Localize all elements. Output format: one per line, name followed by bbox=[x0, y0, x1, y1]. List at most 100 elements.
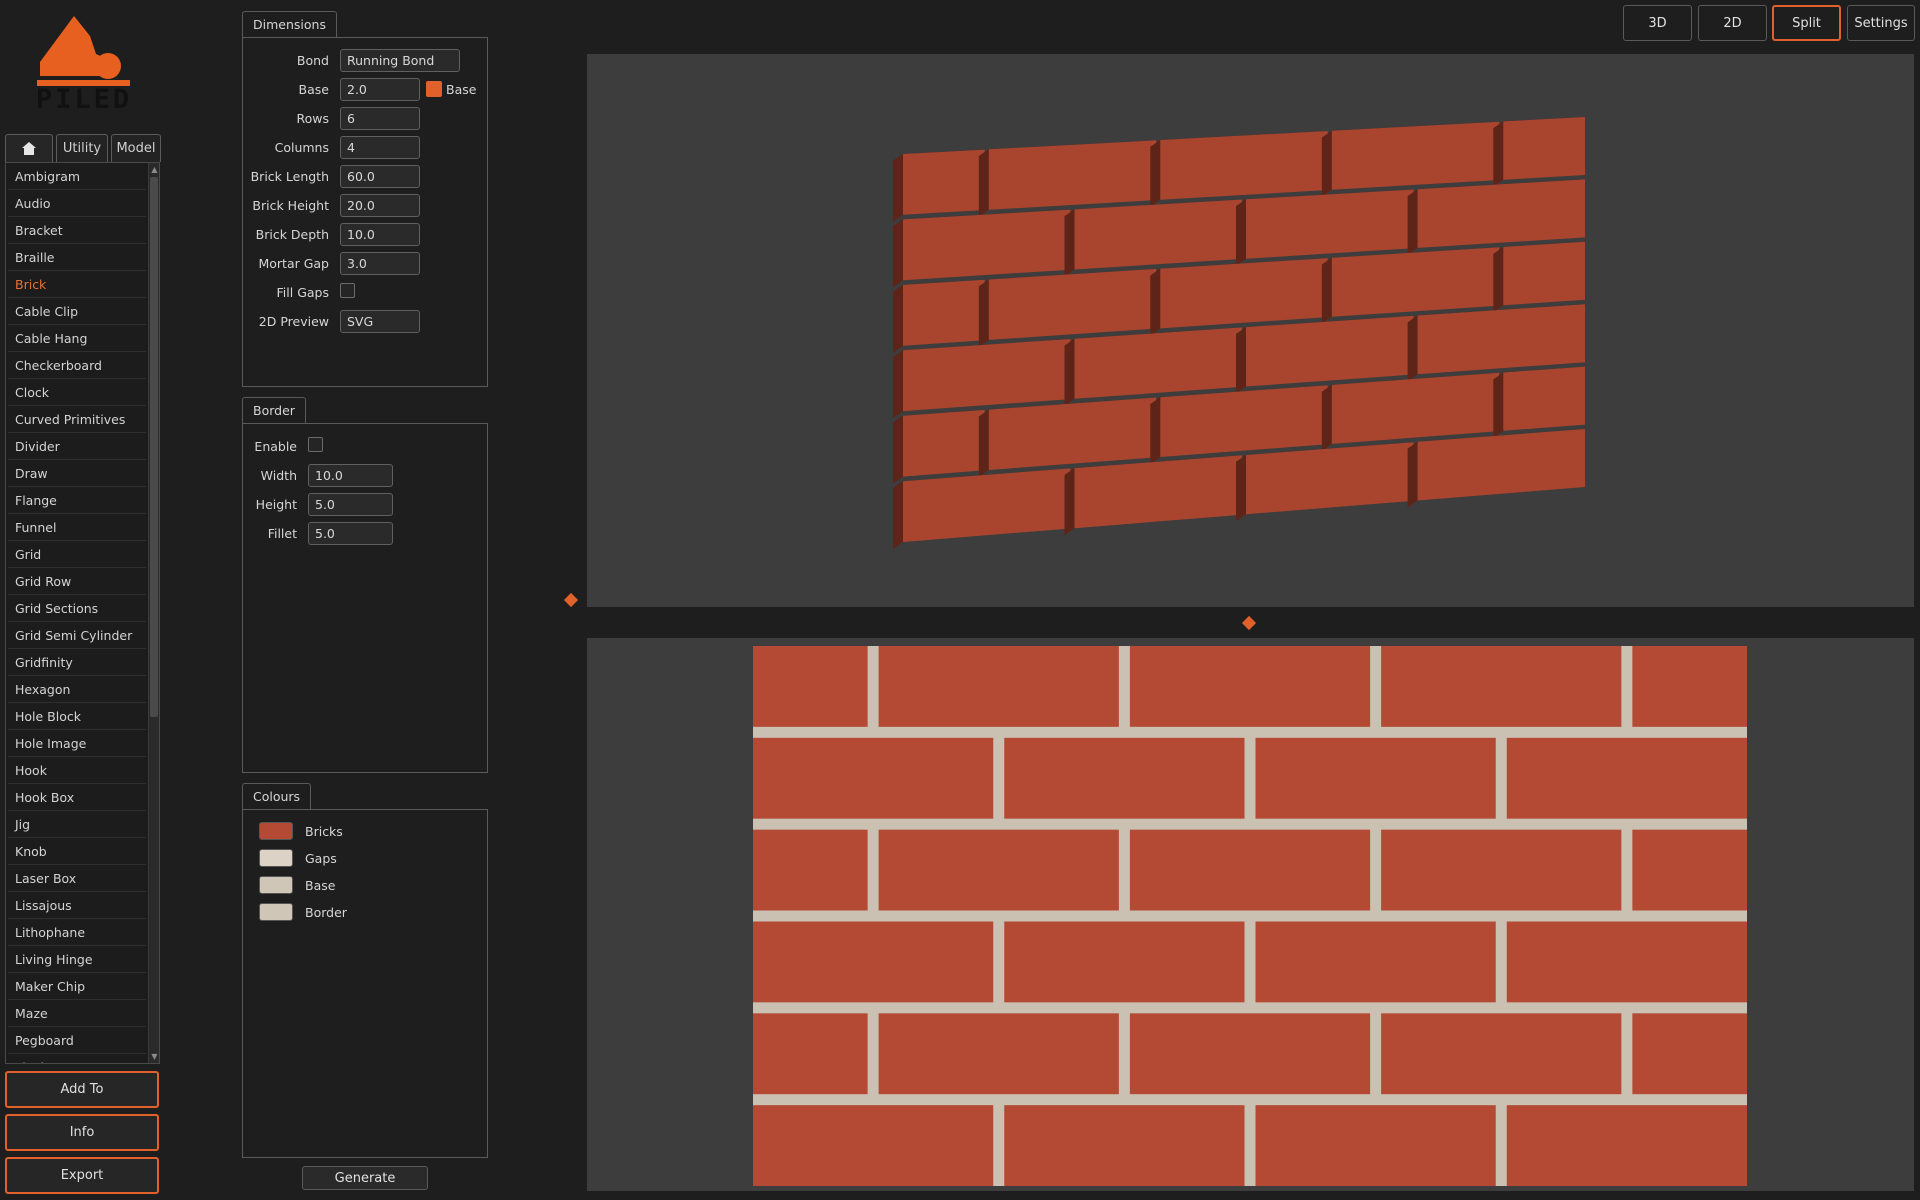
category-item-draw[interactable]: Draw bbox=[8, 460, 146, 487]
brick-2d bbox=[753, 646, 868, 727]
category-item-bracket[interactable]: Bracket bbox=[8, 217, 146, 244]
scroll-thumb[interactable] bbox=[150, 177, 158, 717]
brick-3d-side bbox=[893, 415, 903, 484]
view-2d-button[interactable]: 2D bbox=[1698, 5, 1767, 41]
tab-home[interactable] bbox=[5, 134, 53, 162]
category-item-living-hinge[interactable]: Living Hinge bbox=[8, 946, 146, 973]
category-item-cable-hang[interactable]: Cable Hang bbox=[8, 325, 146, 352]
category-item-ambigram[interactable]: Ambigram bbox=[8, 163, 146, 190]
category-item-curved-primitives[interactable]: Curved Primitives bbox=[8, 406, 146, 433]
border-tab[interactable]: Border bbox=[242, 397, 306, 423]
category-item-braille[interactable]: Braille bbox=[8, 244, 146, 271]
brick-depth-field[interactable]: 10.0 bbox=[340, 223, 420, 246]
category-item-brick[interactable]: Brick bbox=[8, 271, 146, 298]
base-colour-swatch[interactable] bbox=[259, 876, 293, 894]
category-item-gridfinity[interactable]: Gridfinity bbox=[8, 649, 146, 676]
brick-3d-front bbox=[1503, 117, 1585, 180]
brick-3d-side bbox=[893, 219, 903, 288]
rows-field[interactable]: 6 bbox=[340, 107, 420, 130]
preview-select[interactable]: SVG bbox=[340, 310, 420, 333]
category-item-grid-row[interactable]: Grid Row bbox=[8, 568, 146, 595]
category-item-maze[interactable]: Maze bbox=[8, 1000, 146, 1027]
export-button[interactable]: Export bbox=[5, 1157, 159, 1194]
base-label: Base bbox=[298, 82, 329, 97]
brick-2d bbox=[1381, 829, 1622, 911]
settings-button[interactable]: Settings bbox=[1847, 5, 1915, 41]
category-item-lithophane[interactable]: Lithophane bbox=[8, 919, 146, 946]
category-item-cable-clip[interactable]: Cable Clip bbox=[8, 298, 146, 325]
brick-2d bbox=[1632, 646, 1747, 727]
category-item-grid-sections[interactable]: Grid Sections bbox=[8, 595, 146, 622]
brick-3d-front bbox=[903, 468, 1071, 542]
brick-2d bbox=[1632, 1013, 1747, 1095]
mortar-gap-label: Mortar Gap bbox=[258, 256, 329, 271]
category-item-laser-box[interactable]: Laser Box bbox=[8, 865, 146, 892]
category-scrollbar[interactable]: ▲ ▼ bbox=[148, 163, 159, 1063]
border-height-field[interactable]: 5.0 bbox=[308, 493, 393, 516]
enable-label: Enable bbox=[254, 439, 297, 454]
category-item-hexagon[interactable]: Hexagon bbox=[8, 676, 146, 703]
brick-2d bbox=[1004, 1105, 1245, 1186]
gaps-colour-swatch[interactable] bbox=[259, 849, 293, 867]
category-item-knob[interactable]: Knob bbox=[8, 838, 146, 865]
category-item-funnel[interactable]: Funnel bbox=[8, 514, 146, 541]
category-item-hook[interactable]: Hook bbox=[8, 757, 146, 784]
logo-text: PILED bbox=[35, 84, 133, 115]
border-width-field[interactable]: 10.0 bbox=[308, 464, 393, 487]
brick-3d-side bbox=[893, 481, 903, 549]
category-item-divider[interactable]: Divider bbox=[8, 433, 146, 460]
colours-tab[interactable]: Colours bbox=[242, 783, 312, 809]
bond-select[interactable]: Running Bond bbox=[340, 49, 460, 72]
brick-2d bbox=[1004, 737, 1245, 819]
brick-3d-front bbox=[1331, 121, 1500, 190]
view-split-button[interactable]: Split bbox=[1772, 5, 1841, 41]
brick-3d-side bbox=[1064, 468, 1075, 536]
base-field[interactable]: 2.0 bbox=[340, 78, 420, 101]
category-item-jig[interactable]: Jig bbox=[8, 811, 146, 838]
viewport-splitter-handle[interactable] bbox=[1241, 615, 1257, 631]
category-item-hook-box[interactable]: Hook Box bbox=[8, 784, 146, 811]
tab-utility[interactable]: Utility bbox=[56, 134, 108, 162]
category-item-grid-semi-cylinder[interactable]: Grid Semi Cylinder bbox=[8, 622, 146, 649]
brick-3d-front bbox=[903, 339, 1071, 412]
base-toggle-swatch[interactable] bbox=[426, 81, 442, 97]
brick-height-field[interactable]: 20.0 bbox=[340, 194, 420, 217]
brick-length-label: Brick Length bbox=[250, 169, 329, 184]
fill-gaps-checkbox[interactable] bbox=[340, 283, 355, 298]
mortar-gap-field[interactable]: 3.0 bbox=[340, 252, 420, 275]
dimensions-tab[interactable]: Dimensions bbox=[242, 11, 337, 37]
scroll-down-icon[interactable]: ▼ bbox=[149, 1051, 159, 1062]
category-item-pixel-art[interactable]: Pixel Art bbox=[8, 1054, 146, 1063]
generate-button[interactable]: Generate bbox=[302, 1166, 428, 1190]
columns-field[interactable]: 4 bbox=[340, 136, 420, 159]
scroll-up-icon[interactable]: ▲ bbox=[149, 164, 159, 175]
viewport-2d[interactable] bbox=[587, 638, 1914, 1191]
add-to-button[interactable]: Add To bbox=[5, 1071, 159, 1108]
brick-2d bbox=[878, 646, 1119, 727]
border-enable-checbox[interactable] bbox=[308, 437, 323, 452]
tab-model[interactable]: Model bbox=[111, 134, 161, 162]
category-item-checkerboard[interactable]: Checkerboard bbox=[8, 352, 146, 379]
viewport-left-splitter-handle[interactable] bbox=[563, 592, 579, 608]
category-item-pegboard[interactable]: Pegboard bbox=[8, 1027, 146, 1054]
category-item-hole-image[interactable]: Hole Image bbox=[8, 730, 146, 757]
view-3d-button[interactable]: 3D bbox=[1623, 5, 1692, 41]
viewport-3d[interactable] bbox=[587, 54, 1914, 607]
brick-3d-front bbox=[903, 279, 985, 346]
category-item-flange[interactable]: Flange bbox=[8, 487, 146, 514]
brick-3d-side bbox=[1150, 397, 1161, 464]
info-button[interactable]: Info bbox=[5, 1114, 159, 1151]
category-item-clock[interactable]: Clock bbox=[8, 379, 146, 406]
category-item-hole-block[interactable]: Hole Block bbox=[8, 703, 146, 730]
brick-length-field[interactable]: 60.0 bbox=[340, 165, 420, 188]
border-fillet-field[interactable]: 5.0 bbox=[308, 522, 393, 545]
brick-3d-front bbox=[988, 397, 1157, 470]
brick-3d-front bbox=[903, 149, 985, 215]
brick-2d bbox=[753, 829, 868, 911]
category-item-maker-chip[interactable]: Maker Chip bbox=[8, 973, 146, 1000]
category-item-audio[interactable]: Audio bbox=[8, 190, 146, 217]
category-item-lissajous[interactable]: Lissajous bbox=[8, 892, 146, 919]
border-colour-swatch[interactable] bbox=[259, 903, 293, 921]
category-item-grid[interactable]: Grid bbox=[8, 541, 146, 568]
bricks-colour-swatch[interactable] bbox=[259, 822, 293, 840]
